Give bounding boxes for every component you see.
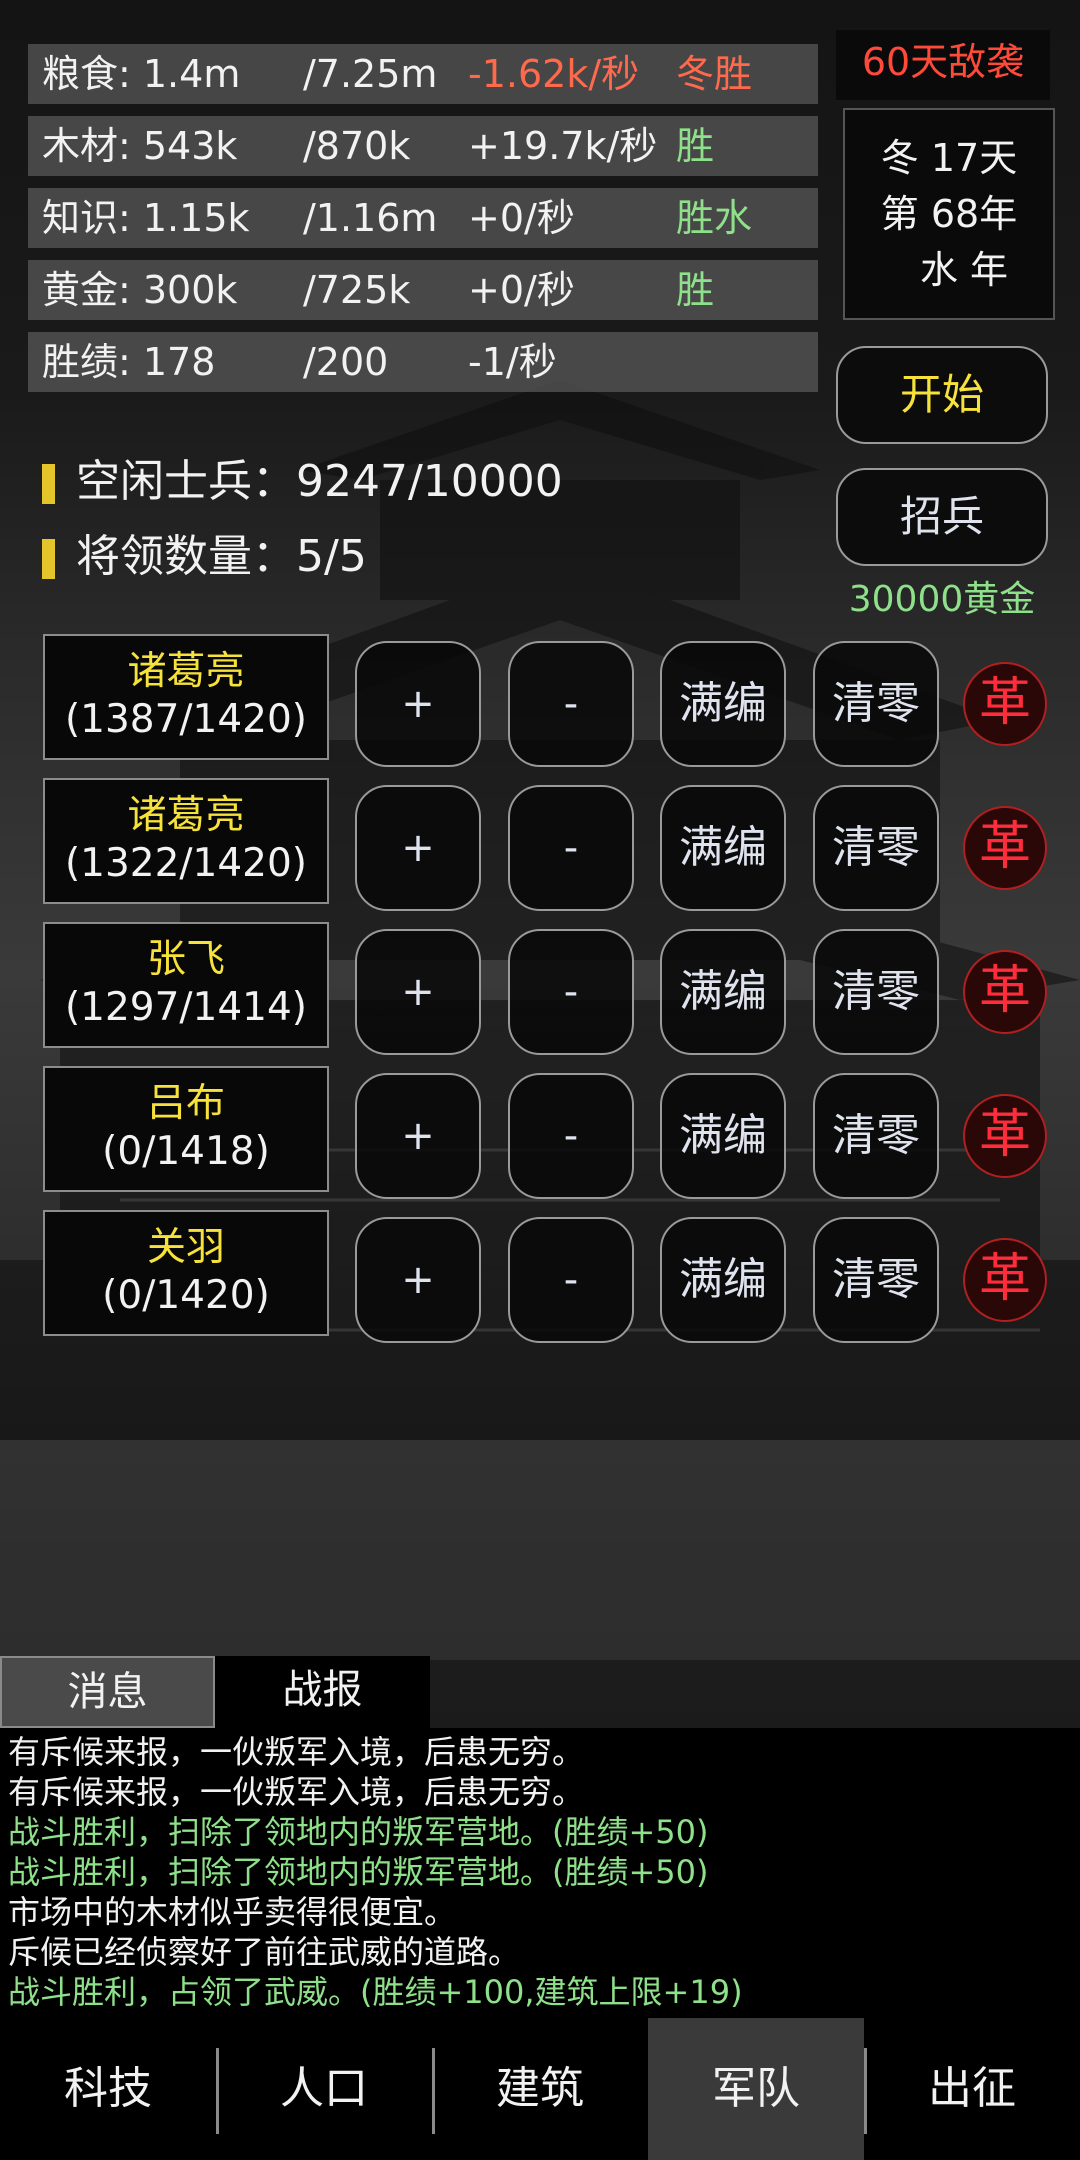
add-troops-button[interactable]: + xyxy=(355,785,481,911)
bottom-nav: 科技 人口 建筑 军队 出征 xyxy=(0,2018,1080,2160)
remove-troops-button[interactable]: - xyxy=(508,785,634,911)
general-name-card: 诸葛亮 (1322/1420) xyxy=(43,778,329,904)
resource-name: 胜绩: 178 xyxy=(42,340,216,384)
nav-buildings[interactable]: 建筑 xyxy=(432,2018,648,2160)
general-troop-count: (0/1420) xyxy=(102,1273,270,1318)
general-name-card: 吕布 (0/1418) xyxy=(43,1066,329,1192)
dismiss-general-button[interactable]: 革 xyxy=(963,662,1047,746)
remove-troops-button[interactable]: - xyxy=(508,1073,634,1199)
resource-max: /7.25m xyxy=(303,52,438,96)
dismiss-general-button[interactable]: 革 xyxy=(963,1094,1047,1178)
nav-army[interactable]: 军队 xyxy=(648,2018,864,2160)
resource-tag: 胜水 xyxy=(676,196,753,240)
general-name-card: 诸葛亮 (1387/1420) xyxy=(43,634,329,760)
tab-messages[interactable]: 消息 xyxy=(0,1656,215,1728)
add-troops-button[interactable]: + xyxy=(355,1073,481,1199)
idle-soldiers-label: 空闲士兵：9247/10000 xyxy=(76,456,563,507)
resource-rate: +0/秒 xyxy=(468,268,575,312)
stat-marker xyxy=(42,464,55,504)
enemy-attack-countdown: 60天敌袭 xyxy=(836,30,1050,100)
start-button[interactable]: 开始 xyxy=(836,346,1048,444)
resource-name: 木材: 543k xyxy=(42,124,238,168)
log-line: 有斥候来报，一伙叛军入境，后患无穷。 xyxy=(8,1773,585,1811)
general-troop-count: (1387/1420) xyxy=(64,697,308,742)
tab-battle-report[interactable]: 战报 xyxy=(215,1656,430,1728)
resource-max: /1.16m xyxy=(303,196,438,240)
resource-rate: +19.7k/秒 xyxy=(468,124,658,168)
resource-row-victories: 胜绩: 178 /200 -1/秒 xyxy=(28,332,818,392)
generals-count-label: 将领数量：5/5 xyxy=(76,531,367,582)
resource-rate: +0/秒 xyxy=(468,196,575,240)
date-panel: 冬 17天 第 68年 水 年 xyxy=(843,108,1055,320)
fill-troops-button[interactable]: 满编 xyxy=(660,1073,786,1199)
general-name: 吕布 xyxy=(146,1081,225,1126)
clear-troops-button[interactable]: 清零 xyxy=(813,641,939,767)
general-name: 诸葛亮 xyxy=(127,649,245,694)
message-log: 有斥候来报，一伙叛军入境，后患无穷。 有斥候来报，一伙叛军入境，后患无穷。 战斗… xyxy=(0,1728,1080,2018)
general-name-card: 张飞 (1297/1414) xyxy=(43,922,329,1048)
resource-max: /200 xyxy=(303,340,389,384)
add-troops-button[interactable]: + xyxy=(355,641,481,767)
recruit-button[interactable]: 招兵 xyxy=(836,468,1048,566)
resource-row-wood: 木材: 543k /870k +19.7k/秒 胜 xyxy=(28,116,818,176)
dismiss-general-button[interactable]: 革 xyxy=(963,806,1047,890)
log-line: 战斗胜利，占领了武威。(胜绩+100,建筑上限+19) xyxy=(8,1973,743,2011)
remove-troops-button[interactable]: - xyxy=(508,1217,634,1343)
clear-troops-button[interactable]: 清零 xyxy=(813,785,939,911)
resource-row-food: 粮食: 1.4m /7.25m -1.62k/秒 冬胜 xyxy=(28,44,818,104)
resource-row-knowledge: 知识: 1.15k /1.16m +0/秒 胜水 xyxy=(28,188,818,248)
resource-row-gold: 黄金: 300k /725k +0/秒 胜 xyxy=(28,260,818,320)
resource-tag: 胜 xyxy=(676,268,715,312)
log-line: 战斗胜利，扫除了领地内的叛军营地。(胜绩+50) xyxy=(8,1813,709,1851)
add-troops-button[interactable]: + xyxy=(355,1217,481,1343)
log-line: 战斗胜利，扫除了领地内的叛军营地。(胜绩+50) xyxy=(8,1853,709,1891)
fill-troops-button[interactable]: 满编 xyxy=(660,929,786,1055)
nav-population[interactable]: 人口 xyxy=(216,2018,432,2160)
resource-rate: -1.62k/秒 xyxy=(468,52,640,96)
resource-rate: -1/秒 xyxy=(468,340,557,384)
stat-marker xyxy=(42,539,55,579)
fill-troops-button[interactable]: 满编 xyxy=(660,641,786,767)
resource-name: 黄金: 300k xyxy=(42,268,238,312)
log-line: 有斥候来报，一伙叛军入境，后患无穷。 xyxy=(8,1733,585,1771)
add-troops-button[interactable]: + xyxy=(355,929,481,1055)
general-name: 关羽 xyxy=(146,1225,225,1270)
general-name: 张飞 xyxy=(146,937,225,982)
clear-troops-button[interactable]: 清零 xyxy=(813,1217,939,1343)
remove-troops-button[interactable]: - xyxy=(508,641,634,767)
general-troop-count: (1322/1420) xyxy=(64,841,308,886)
nav-tech[interactable]: 科技 xyxy=(0,2018,216,2160)
dismiss-general-button[interactable]: 革 xyxy=(963,1238,1047,1322)
dismiss-general-button[interactable]: 革 xyxy=(963,950,1047,1034)
log-line: 市场中的木材似乎卖得很便宜。 xyxy=(8,1893,457,1931)
general-name: 诸葛亮 xyxy=(127,793,245,838)
fill-troops-button[interactable]: 满编 xyxy=(660,1217,786,1343)
clear-troops-button[interactable]: 清零 xyxy=(813,929,939,1055)
log-line: 斥候已经侦察好了前往武威的道路。 xyxy=(8,1933,521,1971)
resource-max: /870k xyxy=(303,124,411,168)
resource-tag: 冬胜 xyxy=(676,52,753,96)
recruit-cost: 30000黄金 xyxy=(848,579,1036,620)
date-season-day: 冬 17天 xyxy=(880,136,1018,180)
remove-troops-button[interactable]: - xyxy=(508,929,634,1055)
date-year: 第 68年 xyxy=(880,192,1018,236)
nav-expedition[interactable]: 出征 xyxy=(864,2018,1080,2160)
resource-name: 知识: 1.15k xyxy=(42,196,250,240)
fill-troops-button[interactable]: 满编 xyxy=(660,785,786,911)
general-troop-count: (1297/1414) xyxy=(64,985,308,1030)
general-troop-count: (0/1418) xyxy=(102,1129,270,1174)
date-element-year: 水 年 xyxy=(919,248,1009,292)
resource-name: 粮食: 1.4m xyxy=(42,52,241,96)
general-name-card: 关羽 (0/1420) xyxy=(43,1210,329,1336)
resource-max: /725k xyxy=(303,268,411,312)
clear-troops-button[interactable]: 清零 xyxy=(813,1073,939,1199)
resource-tag: 胜 xyxy=(676,124,715,168)
